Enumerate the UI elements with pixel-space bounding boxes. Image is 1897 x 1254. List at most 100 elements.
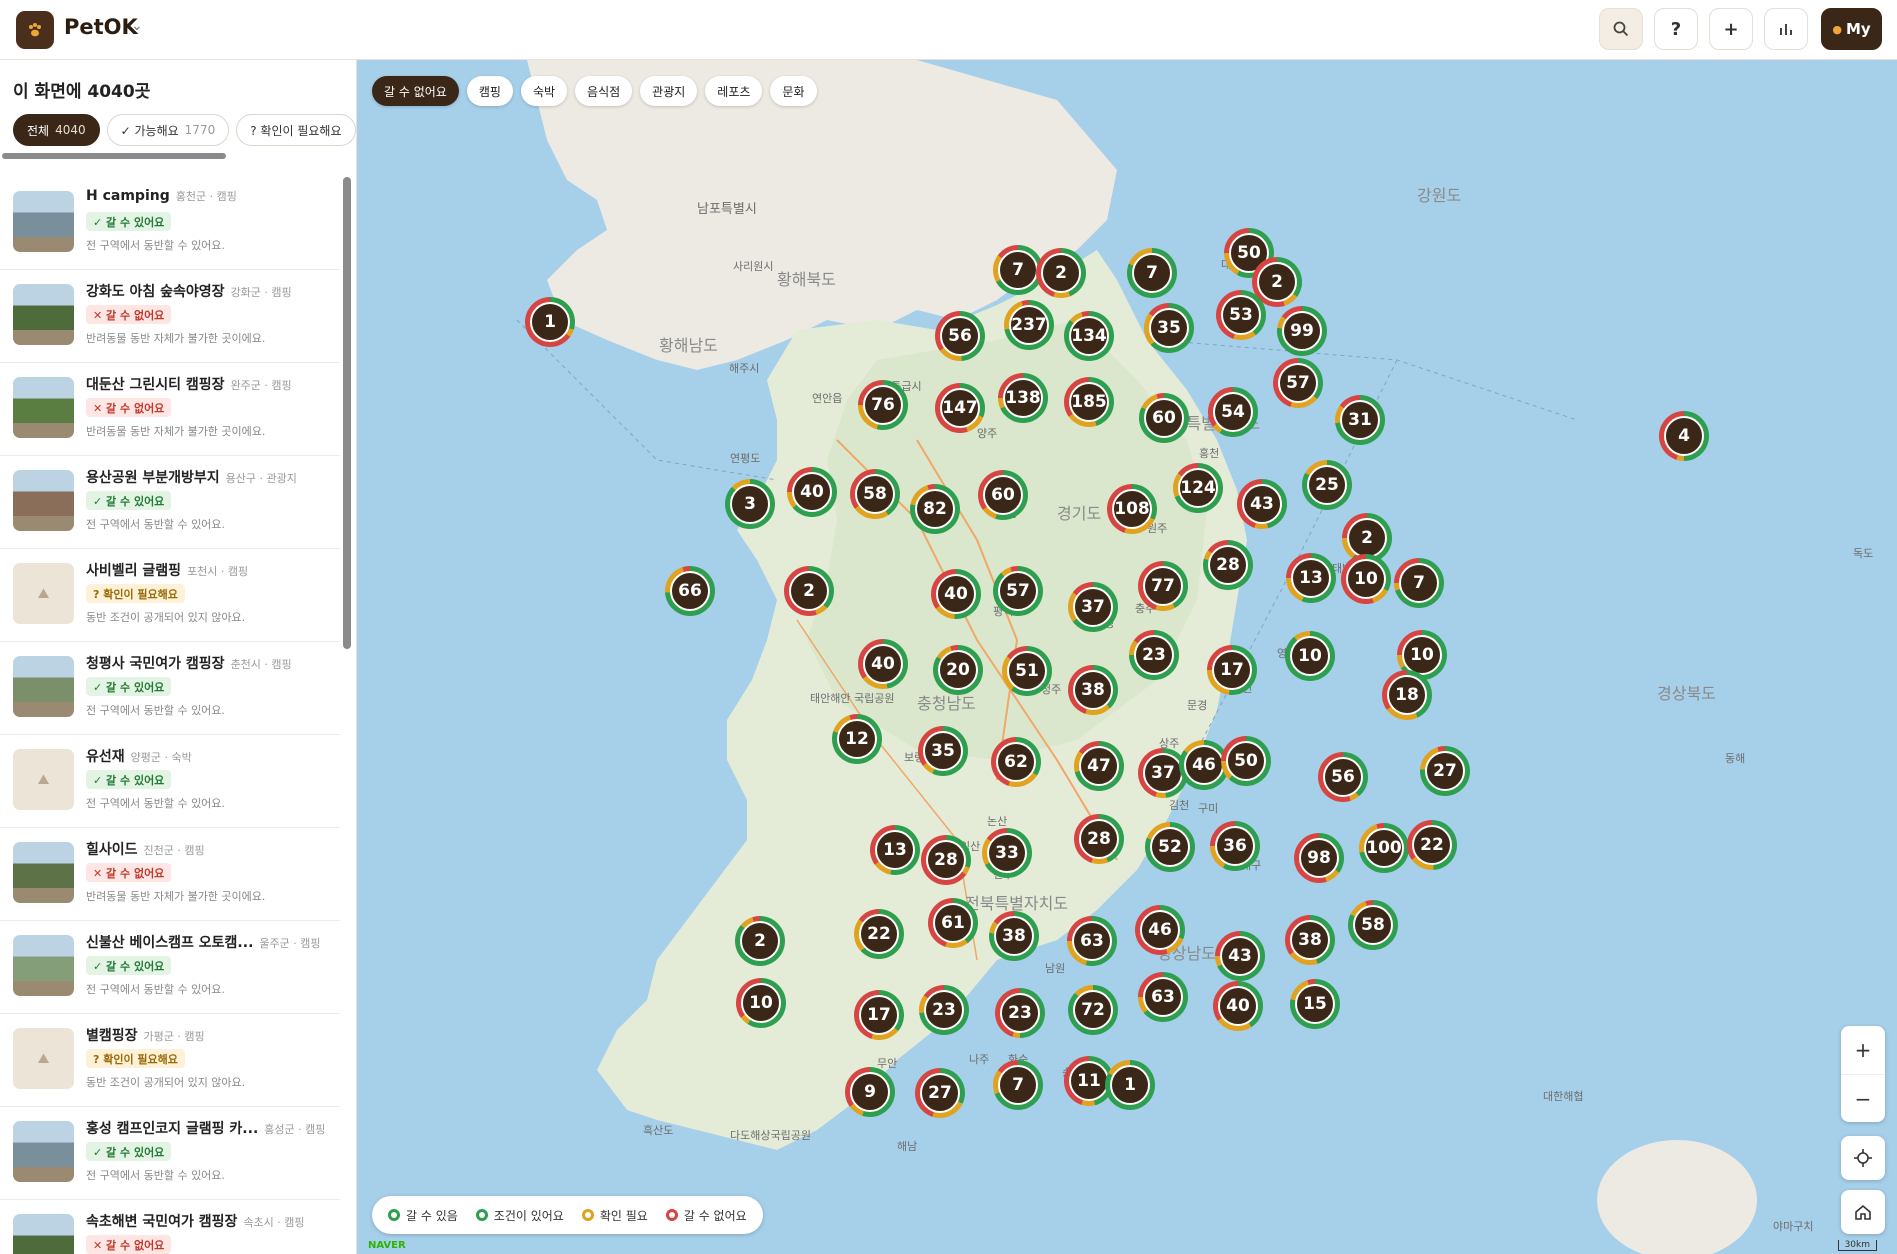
category-chip[interactable]: 문화 (770, 76, 817, 106)
map-cluster[interactable]: 33 (982, 828, 1032, 878)
list-item[interactable]: 강화도 아침 숲속야영장 강화군 · 캠핑 ✕ 갈 수 없어요 반려동물 동반 자체가… (0, 270, 340, 363)
map-cluster[interactable]: 47 (1074, 741, 1124, 791)
map-cluster[interactable]: 46 (1135, 905, 1185, 955)
map-cluster[interactable]: 15 (1290, 979, 1340, 1029)
map-cluster[interactable]: 56 (935, 311, 985, 361)
map-cluster[interactable]: 22 (854, 909, 904, 959)
list-item[interactable]: 청평사 국민여가 캠핑장 춘천시 · 캠핑 ✓ 갈 수 있어요 전 구역에서 동반할 … (0, 642, 340, 735)
map-cluster[interactable]: 147 (935, 383, 985, 433)
chip-available[interactable]: ✓ 가능해요 1770 (106, 114, 230, 146)
map-cluster[interactable]: 27 (915, 1068, 965, 1118)
map-cluster[interactable]: 38 (989, 911, 1039, 961)
chips-horizontal-scrollbar[interactable] (2, 153, 226, 159)
category-chip[interactable]: 관광지 (640, 76, 698, 106)
category-chip[interactable]: 레포츠 (705, 76, 763, 106)
paw-logo-icon[interactable] (16, 11, 54, 49)
map-cluster[interactable]: 43 (1215, 931, 1265, 981)
map-cluster[interactable]: 76 (858, 380, 908, 430)
map-cluster[interactable]: 1 (525, 297, 575, 347)
map-cluster[interactable]: 10 (736, 978, 786, 1028)
map-cluster[interactable]: 3 (725, 479, 775, 529)
map-cluster[interactable]: 50 (1221, 736, 1271, 786)
map-view[interactable]: 강원도남포특별시황해북도황해남도해주시사리원시개성특급시연안읍인천경기도강원특별… (357, 60, 1897, 1254)
map-cluster[interactable]: 124 (1173, 463, 1223, 513)
list-item[interactable]: 신불산 베이스캠프 오토캠... 울주군 · 캠핑 ✓ 갈 수 있어요 전 구역에서 … (0, 921, 340, 1014)
map-cluster[interactable]: 17 (1207, 645, 1257, 695)
add-button[interactable]: + (1709, 8, 1753, 50)
map-cluster[interactable]: 38 (1068, 665, 1118, 715)
map-cluster[interactable]: 185 (1064, 377, 1114, 427)
map-cluster[interactable]: 23 (995, 988, 1045, 1038)
map-cluster[interactable]: 40 (931, 569, 981, 619)
map-cluster[interactable]: 63 (1138, 972, 1188, 1022)
map-cluster[interactable]: 28 (1203, 540, 1253, 590)
map-cluster[interactable]: 2 (735, 916, 785, 966)
map-cluster[interactable]: 72 (1068, 985, 1118, 1035)
map-cluster[interactable]: 99 (1277, 306, 1327, 356)
map-cluster[interactable]: 1 (1105, 1060, 1155, 1110)
zoom-in-button[interactable]: + (1841, 1026, 1885, 1074)
map-cluster[interactable]: 52 (1145, 822, 1195, 872)
list-item[interactable]: 속초해변 국민여가 캠핑장 속초시 · 캠핑 ✕ 갈 수 없어요 (0, 1200, 340, 1254)
map-cluster[interactable]: 82 (910, 484, 960, 534)
map-cluster[interactable]: 40 (1213, 981, 1263, 1031)
map-cluster[interactable]: 61 (928, 898, 978, 948)
map-cluster[interactable]: 27 (1420, 746, 1470, 796)
home-button[interactable] (1841, 1190, 1885, 1234)
map-cluster[interactable]: 7 (1127, 248, 1177, 298)
map-cluster[interactable]: 57 (993, 566, 1043, 616)
my-page-button[interactable]: ● My (1821, 8, 1882, 50)
map-cluster[interactable]: 63 (1067, 916, 1117, 966)
list-item[interactable]: ⛰ 별캠핑장 가평군 · 캠핑 ? 확인이 필요해요 동반 조건이 공개되어 있지 않아… (0, 1014, 340, 1107)
map-cluster[interactable]: 60 (1139, 393, 1189, 443)
map-cluster[interactable]: 13 (870, 825, 920, 875)
list-item[interactable]: 용산공원 부분개방부지 용산구 · 관광지 ✓ 갈 수 있어요 전 구역에서 동반할 … (0, 456, 340, 549)
map-cluster[interactable]: 25 (1302, 460, 1352, 510)
map-cluster[interactable]: 58 (850, 469, 900, 519)
map-cluster[interactable]: 35 (918, 726, 968, 776)
map-cluster[interactable]: 17 (854, 990, 904, 1040)
list-item[interactable]: 대둔산 그린시티 캠핑장 완주군 · 캠핑 ✕ 갈 수 없어요 반려동물 동반 자체가… (0, 363, 340, 456)
map-cluster[interactable]: 98 (1294, 833, 1344, 883)
map-cluster[interactable]: 38 (1285, 915, 1335, 965)
map-cluster[interactable]: 66 (665, 566, 715, 616)
list-item[interactable]: ⛰ 사비벨리 글램핑 포천시 · 캠핑 ? 확인이 필요해요 동반 조건이 공개되어 있… (0, 549, 340, 642)
map-cluster[interactable]: 40 (858, 639, 908, 689)
map-cluster[interactable]: 62 (991, 737, 1041, 787)
map-cluster[interactable]: 13 (1286, 553, 1336, 603)
chevron-down-icon[interactable]: ⌄ (131, 18, 143, 34)
map-cluster[interactable]: 51 (1002, 646, 1052, 696)
map-cluster[interactable]: 9 (845, 1067, 895, 1117)
search-button[interactable] (1599, 8, 1643, 50)
map-cluster[interactable]: 23 (919, 985, 969, 1035)
category-chip[interactable]: 음식점 (575, 76, 633, 106)
map-cluster[interactable]: 60 (978, 470, 1028, 520)
map-cluster[interactable]: 36 (1210, 821, 1260, 871)
map-cluster[interactable]: 108 (1107, 484, 1157, 534)
map-cluster[interactable]: 7 (1394, 558, 1444, 608)
chip-needs-check[interactable]: ? 확인이 필요해요 (236, 114, 356, 146)
map-cluster[interactable]: 77 (1138, 561, 1188, 611)
map-cluster[interactable]: 31 (1335, 395, 1385, 445)
map-cluster[interactable]: 18 (1382, 670, 1432, 720)
map-cluster[interactable]: 100 (1359, 823, 1409, 873)
list-item[interactable]: 힐사이드 진천군 · 캠핑 ✕ 갈 수 없어요 반려동물 동반 자체가 불가한 곳이에… (0, 828, 340, 921)
map-cluster[interactable]: 23 (1129, 630, 1179, 680)
map-cluster[interactable]: 12 (832, 714, 882, 764)
map-cluster[interactable]: 4 (1659, 411, 1709, 461)
map-cluster[interactable]: 37 (1068, 582, 1118, 632)
chip-all[interactable]: 전체 4040 (13, 114, 100, 146)
list-item[interactable]: 홍성 캠프인코지 글램핑 카... 홍성군 · 캠핑 ✓ 갈 수 있어요 전 구역에서… (0, 1107, 340, 1200)
category-chip[interactable]: 캠핑 (466, 76, 513, 106)
map-cluster[interactable]: 237 (1004, 300, 1054, 350)
map-cluster[interactable]: 22 (1407, 820, 1457, 870)
map-cluster[interactable]: 40 (787, 467, 837, 517)
map-cluster[interactable]: 20 (933, 645, 983, 695)
zoom-out-button[interactable]: − (1841, 1074, 1885, 1122)
list-vertical-scrollbar[interactable] (343, 177, 351, 649)
map-cluster[interactable]: 138 (998, 373, 1048, 423)
map-cluster[interactable]: 10 (1285, 631, 1335, 681)
map-cluster[interactable]: 43 (1237, 479, 1287, 529)
map-cluster[interactable]: 10 (1341, 554, 1391, 604)
map-cluster[interactable]: 35 (1144, 303, 1194, 353)
